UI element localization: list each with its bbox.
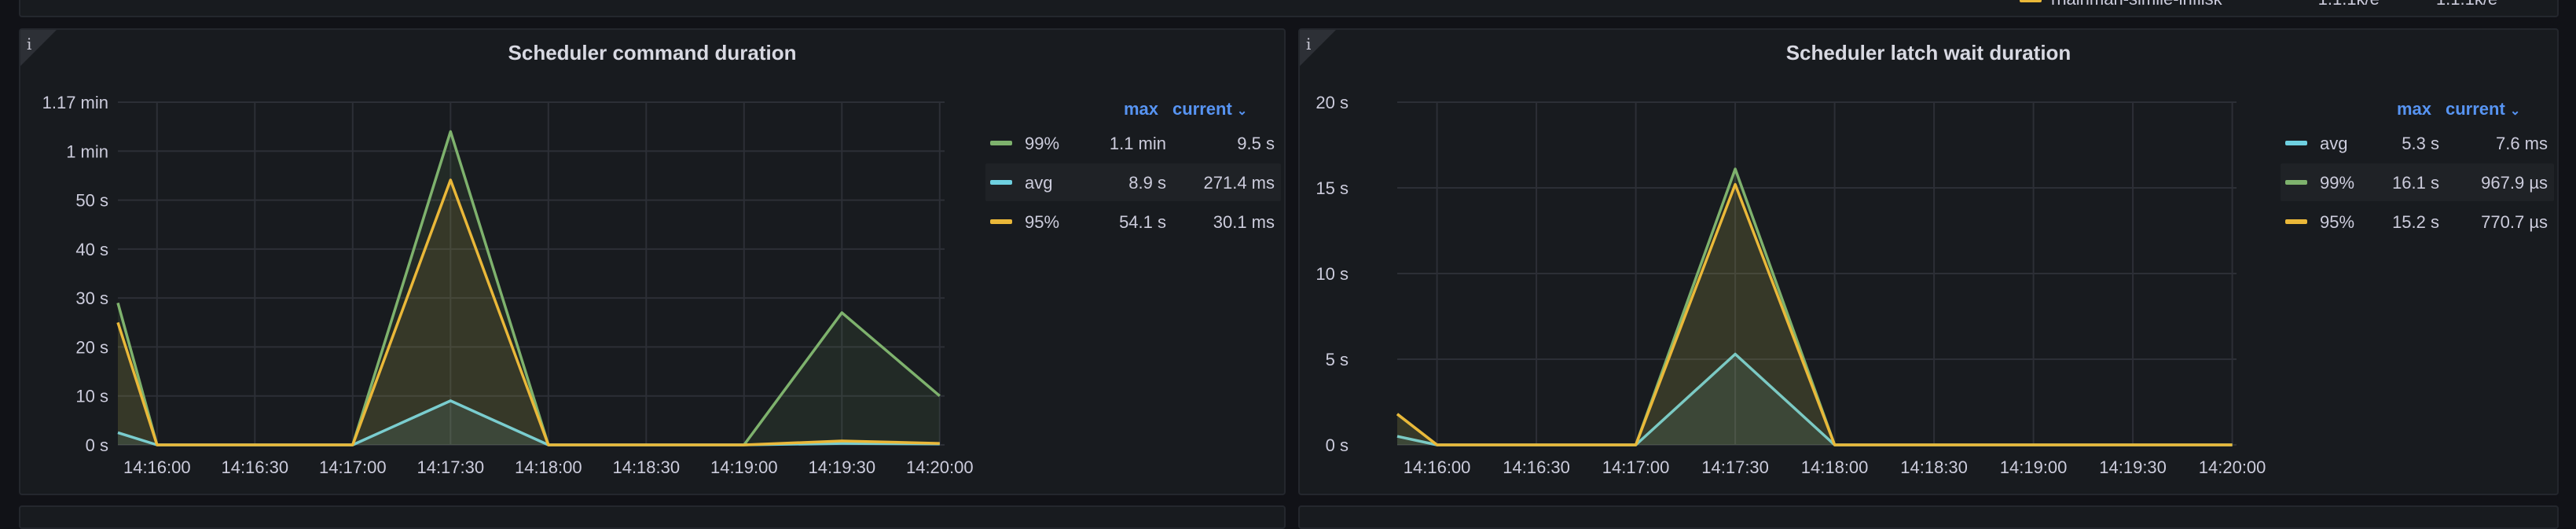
next-panel-edge	[19, 505, 1286, 529]
x-tick-label: 14:19:30	[808, 457, 875, 477]
legend-current-value: 271.4 ms	[1204, 173, 1275, 193]
legend-swatch	[2285, 219, 2307, 224]
series-area-95%	[1397, 185, 2233, 445]
legend-max-value: 54.1 s	[1119, 212, 1166, 233]
legend-max-value: 16.1 s	[2392, 173, 2439, 193]
legend-series-name: rhainman-simile-inflisk	[2051, 0, 2222, 9]
legend-series-name: avg	[1025, 173, 1052, 193]
chevron-down-icon: ⌄	[2510, 105, 2520, 118]
y-tick-label: 15 s	[1316, 178, 1349, 198]
legend-current-value: 967.9 µs	[2481, 173, 2548, 193]
legend-series-name: 99%	[1025, 134, 1059, 154]
y-tick-label: 40 s	[75, 240, 108, 259]
legend-swatch	[2020, 0, 2042, 2]
legend-max-value: 1.1 min	[1110, 134, 1166, 154]
x-tick-label: 14:18:00	[515, 457, 582, 477]
panel-legend: max current ⌄ avg 5.3 s 7.6 ms 99% 16.1 s 967…	[2279, 99, 2556, 256]
legend-current-value: 770.7 µs	[2481, 212, 2548, 233]
legend-current-value: 30.1 ms	[1213, 212, 1275, 233]
legend-series-name: 95%	[1025, 212, 1059, 233]
panel-legend: max current ⌄ 99% 1.1 min 9.5 s avg 8.9 s 271…	[984, 99, 1282, 256]
panel-scheduler-latch-wait-duration[interactable]: i Scheduler latch wait duration 0 s5 s10…	[1298, 28, 2559, 495]
legend-max-value: 15.2 s	[2392, 212, 2439, 233]
legend-max-value: 8.9 s	[1128, 173, 1166, 193]
legend-max-value: 5.3 s	[2402, 134, 2439, 154]
x-tick-label: 14:19:30	[2099, 457, 2167, 477]
y-tick-label: 50 s	[75, 191, 108, 211]
x-tick-label: 14:16:00	[123, 457, 191, 477]
legend-sort-max[interactable]: max	[2397, 99, 2431, 119]
legend-current-value: 7.6 ms	[2496, 134, 2548, 154]
y-tick-label: 20 s	[75, 337, 108, 357]
legend-row-99%[interactable]: 99% 16.1 s 967.9 µs	[2281, 163, 2554, 201]
y-tick-label: 10 s	[1316, 264, 1349, 284]
y-tick-label: 0 s	[1326, 435, 1349, 455]
legend-swatch	[990, 219, 1012, 224]
chevron-down-icon: ⌄	[1237, 105, 1247, 118]
x-tick-label: 14:20:00	[906, 457, 974, 477]
x-tick-label: 14:18:30	[1900, 457, 1968, 477]
legend-row-avg[interactable]: avg 5.3 s 7.6 ms	[2281, 124, 2554, 162]
legend-swatch	[990, 180, 1012, 185]
legend-row-avg[interactable]: avg 8.9 s 271.4 ms	[985, 163, 1281, 201]
legend-swatch	[2285, 180, 2307, 185]
x-tick-label: 14:19:00	[710, 457, 778, 477]
x-tick-label: 14:17:00	[319, 457, 387, 477]
legend-sort-current[interactable]: current ⌄	[2446, 99, 2520, 119]
y-tick-label: 30 s	[75, 288, 108, 308]
y-tick-label: 1.17 min	[42, 93, 108, 112]
next-panel-edge	[1298, 505, 2559, 529]
legend-row-99%[interactable]: 99% 1.1 min 9.5 s	[985, 124, 1281, 162]
x-tick-label: 14:16:30	[221, 457, 288, 477]
x-tick-label: 14:18:30	[612, 457, 680, 477]
legend-swatch	[2285, 141, 2307, 145]
x-tick-label: 14:17:30	[416, 457, 484, 477]
legend-sort-current[interactable]: current ⌄	[1172, 99, 1247, 119]
x-tick-label: 14:19:00	[2000, 457, 2068, 477]
legend-series-name: 95%	[2320, 212, 2354, 233]
legend-current-value: 9.5 s	[1237, 134, 1275, 154]
legend-max-value: 1.1.1k/e	[2318, 0, 2380, 9]
legend-series-name: avg	[2320, 134, 2347, 154]
x-tick-label: 14:16:00	[1404, 457, 1471, 477]
x-tick-label: 14:20:00	[2199, 457, 2266, 477]
panel-scheduler-command-duration[interactable]: i Scheduler command duration 0 s10 s20 s…	[19, 28, 1286, 495]
legend-series-name: 99%	[2320, 173, 2354, 193]
y-tick-label: 0 s	[86, 435, 108, 455]
x-tick-label: 14:17:30	[1701, 457, 1769, 477]
y-tick-label: 5 s	[1326, 350, 1349, 369]
legend-row-95%[interactable]: 95% 15.2 s 770.7 µs	[2281, 203, 2554, 241]
previous-panel-legend-row[interactable]: rhainman-simile-inflisk 1.1.1k/e 1.1.1k/…	[2020, 0, 2497, 6]
y-tick-label: 20 s	[1316, 93, 1349, 112]
x-tick-label: 14:18:00	[1801, 457, 1869, 477]
legend-sort-max[interactable]: max	[1124, 99, 1158, 119]
legend-row-95%[interactable]: 95% 54.1 s 30.1 ms	[985, 203, 1281, 241]
x-tick-label: 14:16:30	[1503, 457, 1570, 477]
y-tick-label: 10 s	[75, 387, 108, 406]
x-tick-label: 14:17:00	[1602, 457, 1670, 477]
legend-current-value: 1.1.1k/e	[2436, 0, 2497, 9]
legend-swatch	[990, 141, 1012, 145]
y-tick-label: 1 min	[66, 141, 108, 161]
